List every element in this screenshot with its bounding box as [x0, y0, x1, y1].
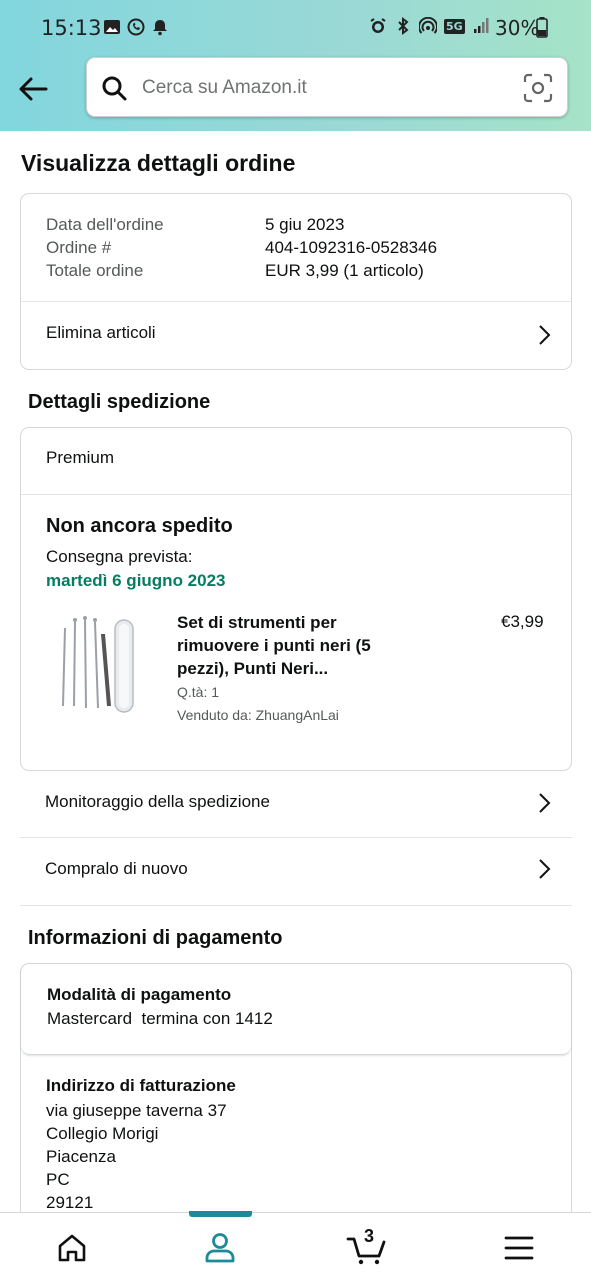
delivery-label: Consegna prevista:	[46, 547, 193, 566]
order-total-value: EUR 3,99 (1 articolo)	[265, 261, 424, 280]
order-number-label: Ordine #	[46, 238, 112, 257]
cart-button[interactable]: 3	[346, 1226, 390, 1266]
signal-icon	[473, 18, 489, 33]
bluetooth-icon	[398, 17, 409, 35]
battery-icon	[536, 17, 548, 38]
account-icon[interactable]	[204, 1231, 236, 1263]
camera-scan-icon[interactable]	[523, 73, 553, 103]
page-title: Visualizza dettagli ordine	[21, 150, 296, 176]
track-shipment-label: Monitoraggio della spedizione	[45, 792, 270, 811]
back-arrow-icon[interactable]	[16, 72, 50, 106]
payment-method-box: Modalità di pagamento Mastercard termina…	[21, 964, 571, 1055]
product-seller: Venduto da: ZhuangAnLai	[177, 707, 339, 723]
divider	[21, 494, 571, 495]
network-5g-icon: 5G	[444, 18, 465, 34]
product-price: €3,99	[501, 612, 544, 631]
hotspot-icon	[419, 17, 437, 34]
buy-again-row[interactable]: Compralo di nuovo	[20, 838, 572, 906]
product-title-line: pezzi), Punti Neri...	[177, 659, 329, 678]
payment-method-value: Mastercard termina con 1412	[47, 1009, 273, 1028]
buy-again-label: Compralo di nuovo	[45, 859, 188, 878]
order-number-value: 404-1092316-0528346	[265, 238, 438, 257]
cart-count-badge: 3	[364, 1226, 375, 1246]
delivery-date: martedì 6 giugno 2023	[46, 571, 226, 590]
delete-items-row[interactable]: Elimina articoli	[21, 302, 571, 369]
gallery-icon	[104, 20, 120, 34]
bell-icon	[153, 20, 167, 36]
billing-address-title: Indirizzo di fatturazione	[46, 1076, 236, 1095]
order-summary-card: Data dell'ordine 5 giu 2023 Ordine # 404…	[20, 193, 572, 370]
shipping-section-title: Dettagli spedizione	[28, 391, 211, 413]
billing-address: via giuseppe taverna 37 Collegio Morigi …	[46, 1099, 227, 1214]
product-title[interactable]: Set di strumenti per rimuovere i punti n…	[177, 611, 407, 680]
status-time: 15:13	[41, 16, 102, 40]
active-tab-indicator	[189, 1211, 252, 1217]
product-image[interactable]	[57, 608, 137, 718]
billing-address-line: Collegio Morigi	[46, 1124, 159, 1143]
menu-icon[interactable]	[504, 1233, 534, 1263]
order-date-value: 5 giu 2023	[265, 215, 345, 234]
whatsapp-icon	[127, 18, 145, 36]
search-bar[interactable]: Cerca su Amazon.it	[86, 57, 568, 117]
shipment-status: Non ancora spedito	[46, 515, 233, 537]
chevron-right-icon	[539, 325, 551, 345]
chevron-right-icon	[539, 859, 551, 879]
order-total-label: Totale ordine	[46, 261, 144, 280]
product-title-line: rimuovere i punti neri (5	[177, 636, 371, 655]
payment-section-title: Informazioni di pagamento	[28, 927, 283, 949]
search-input[interactable]: Cerca su Amazon.it	[142, 77, 307, 99]
track-shipment-row[interactable]: Monitoraggio della spedizione	[20, 771, 572, 838]
product-title-line: Set di strumenti per	[177, 613, 337, 632]
delete-items-label: Elimina articoli	[46, 323, 156, 342]
billing-address-line: PC	[46, 1170, 70, 1189]
shipping-service: Premium	[46, 448, 115, 467]
alarm-icon	[370, 18, 386, 33]
order-date-label: Data dell'ordine	[46, 215, 164, 234]
status-bar: 15:13 5G 30%	[0, 0, 591, 56]
chevron-right-icon	[539, 793, 551, 813]
search-icon[interactable]	[101, 75, 127, 101]
shipping-card: Premium Non ancora spedito Consegna prev…	[20, 427, 572, 771]
home-icon[interactable]	[57, 1233, 87, 1263]
product-quantity: Q.tà: 1	[177, 684, 220, 700]
billing-address-line: via giuseppe taverna 37	[46, 1101, 227, 1120]
battery-percent: 30%	[495, 16, 540, 40]
bottom-nav: 3	[0, 1212, 591, 1280]
payment-method-title: Modalità di pagamento	[47, 985, 232, 1004]
billing-address-line: Piacenza	[46, 1147, 116, 1166]
